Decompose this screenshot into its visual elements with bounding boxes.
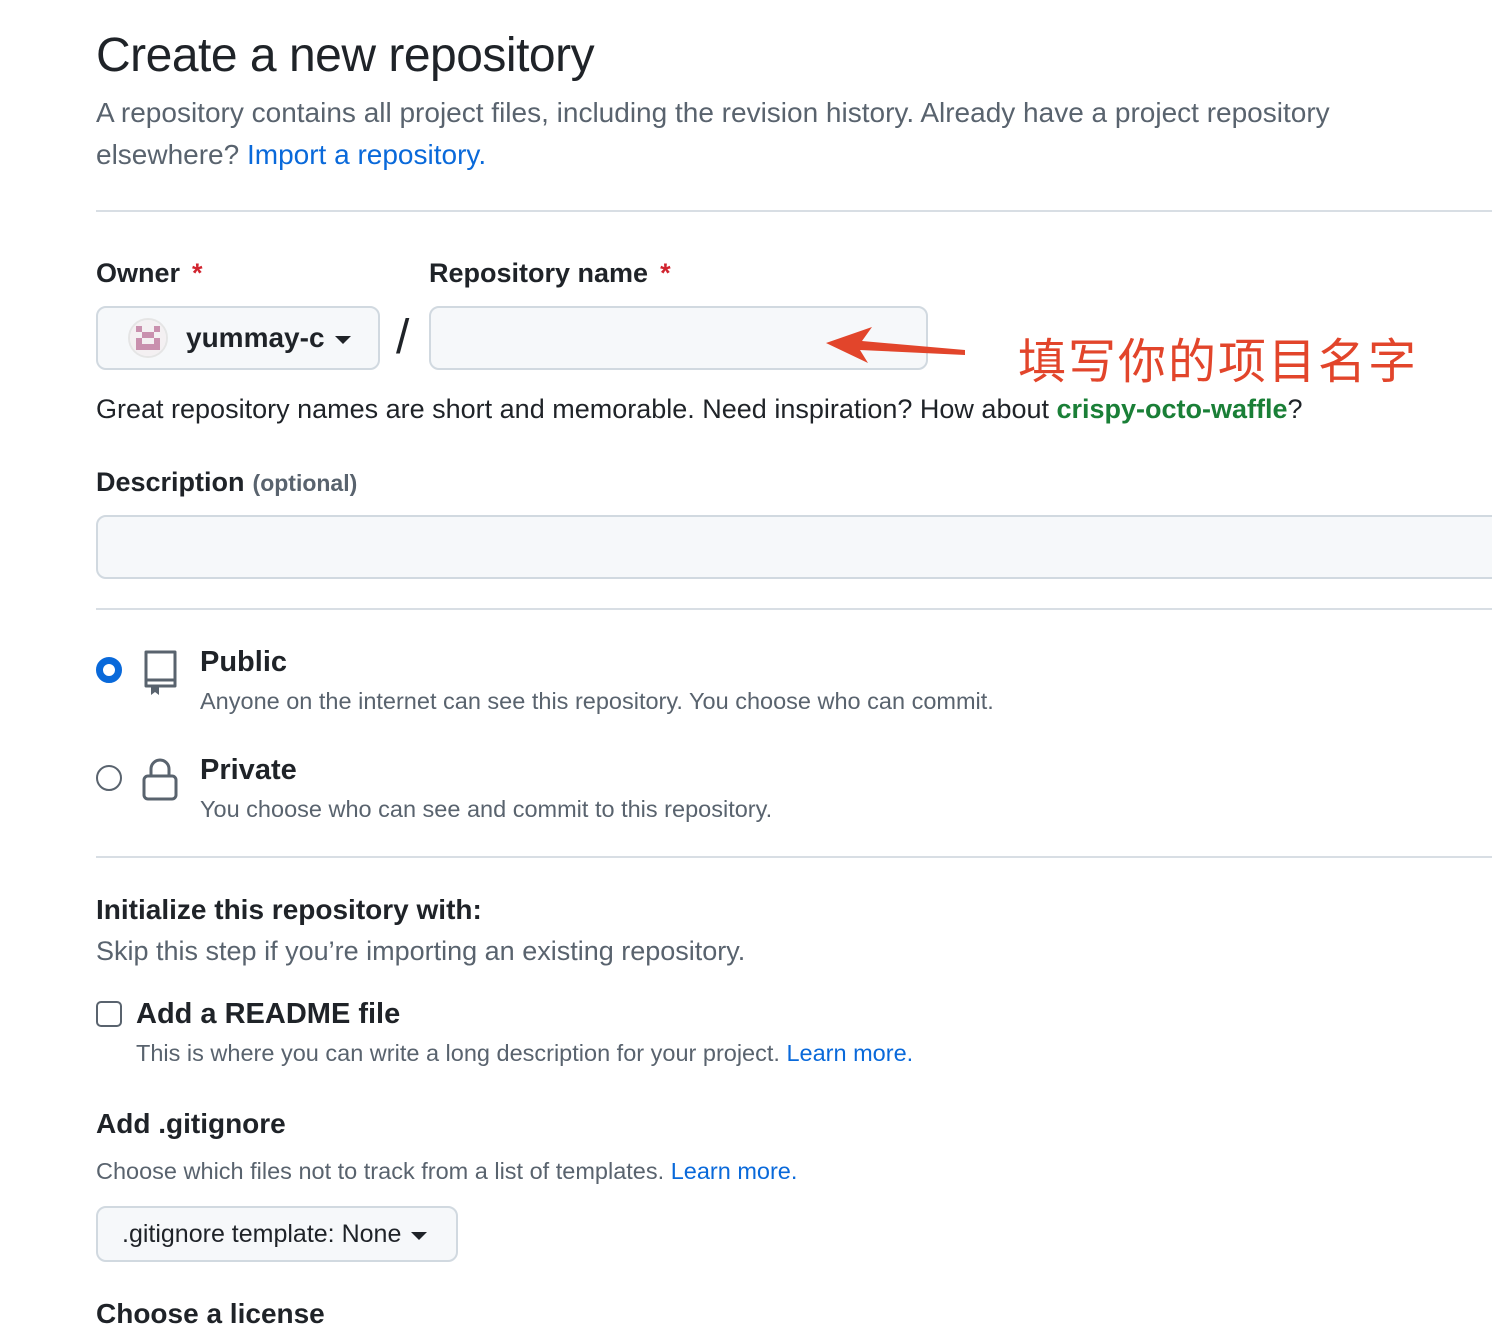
public-description: Anyone on the internet can see this repo… bbox=[200, 688, 994, 714]
readme-label[interactable]: Add a README file bbox=[136, 998, 400, 1031]
caret-down-icon bbox=[334, 335, 351, 344]
owner-name: yummay-c bbox=[186, 322, 325, 353]
owner-repo-separator: / bbox=[396, 311, 410, 364]
repo-name-label-text: Repository name bbox=[429, 258, 649, 288]
lock-icon bbox=[142, 758, 178, 801]
annotation-text: 填写你的项目名字 bbox=[1018, 334, 1419, 390]
import-repository-link[interactable]: Import a repository. bbox=[247, 139, 486, 170]
divider bbox=[96, 608, 1492, 610]
owner-label: Owner * bbox=[96, 258, 203, 289]
repo-name-label: Repository name * bbox=[429, 258, 671, 289]
initialize-title: Initialize this repository with: bbox=[96, 894, 482, 925]
private-title: Private bbox=[200, 754, 297, 786]
owner-select-button[interactable]: yummay-c bbox=[96, 306, 380, 370]
owner-label-text: Owner bbox=[96, 258, 181, 288]
repository-name-hint: Great repository names are short and mem… bbox=[96, 394, 1303, 425]
gitignore-title: Add .gitignore bbox=[96, 1108, 286, 1139]
avatar bbox=[128, 318, 168, 358]
repo-icon bbox=[144, 650, 177, 695]
hint-text: Great repository names are short and mem… bbox=[96, 394, 1057, 424]
identicon-icon bbox=[130, 320, 166, 356]
initialize-description: Skip this step if you’re importing an ex… bbox=[96, 936, 746, 966]
select-value: None bbox=[341, 1219, 402, 1248]
private-description: You choose who can see and commit to thi… bbox=[200, 796, 773, 822]
gitignore-learn-more-link[interactable]: Learn more. bbox=[671, 1158, 798, 1184]
readme-description: This is where you can write a long descr… bbox=[136, 1040, 913, 1067]
annotation-arrow-icon bbox=[826, 327, 965, 363]
required-mark: * bbox=[192, 258, 203, 288]
name-suggestion[interactable]: crispy-octo-waffle bbox=[1057, 394, 1288, 424]
caret-down-icon bbox=[411, 1231, 428, 1240]
description-label: Description (optional) bbox=[96, 467, 357, 498]
license-title: Choose a license bbox=[96, 1298, 325, 1329]
readme-checkbox[interactable] bbox=[96, 1001, 122, 1027]
gitignore-template-select[interactable]: .gitignore template: None bbox=[96, 1206, 458, 1262]
required-mark: * bbox=[660, 258, 671, 288]
page-subtitle: A repository contains all project files,… bbox=[96, 92, 1436, 176]
readme-learn-more-link[interactable]: Learn more. bbox=[786, 1040, 913, 1066]
readme-desc-text: This is where you can write a long descr… bbox=[136, 1040, 780, 1066]
gitignore-desc-text: Choose which files not to track from a l… bbox=[96, 1158, 665, 1184]
gitignore-description: Choose which files not to track from a l… bbox=[96, 1158, 797, 1185]
description-input[interactable] bbox=[96, 515, 1492, 579]
private-radio[interactable] bbox=[96, 765, 122, 791]
public-radio[interactable] bbox=[96, 657, 122, 683]
optional-tag: (optional) bbox=[252, 470, 358, 496]
hint-suffix: ? bbox=[1287, 394, 1303, 424]
public-title: Public bbox=[200, 646, 288, 678]
description-label-text: Description bbox=[96, 467, 245, 497]
divider bbox=[96, 210, 1492, 212]
page-title: Create a new repository bbox=[96, 29, 595, 82]
select-prefix: .gitignore template: bbox=[122, 1219, 335, 1248]
divider bbox=[96, 856, 1492, 858]
